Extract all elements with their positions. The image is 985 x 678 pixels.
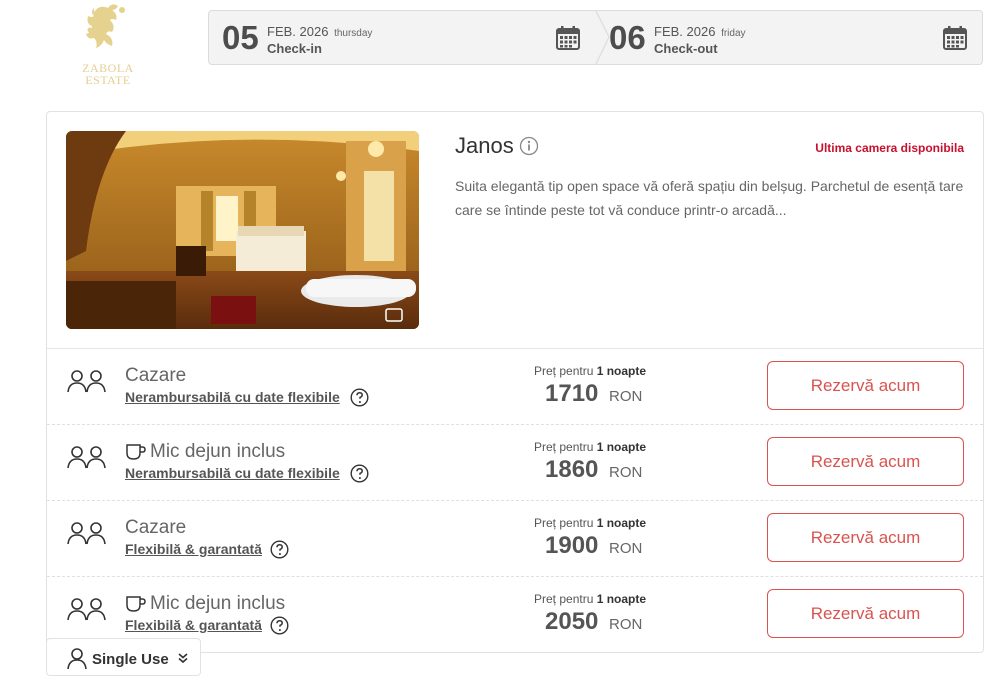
- calendar-icon: [943, 26, 967, 50]
- room-photo-illustration: [66, 131, 419, 329]
- book-now-button[interactable]: Rezervă acum: [767, 589, 964, 638]
- occupancy-label: Single Use: [92, 651, 169, 668]
- price-value: 2050: [545, 608, 599, 635]
- rate-title: Cazare: [125, 517, 187, 538]
- coffee-cup-icon: [126, 596, 146, 612]
- calendar-icon: [556, 26, 580, 50]
- question-icon[interactable]: [350, 388, 369, 407]
- two-guests-icon: [67, 446, 106, 469]
- price-currency: RON: [609, 388, 643, 405]
- book-now-button[interactable]: Rezervă acum: [767, 513, 964, 562]
- price-value: 1710: [545, 380, 599, 407]
- price-label: Preț pentru 1 noapte: [534, 592, 647, 606]
- chevron-double-down-icon: [178, 653, 188, 664]
- question-icon[interactable]: [270, 540, 289, 559]
- price-currency: RON: [609, 616, 643, 633]
- cancellation-policy-link[interactable]: Nerambursabilă cu date flexibile: [125, 389, 340, 405]
- book-now-button[interactable]: Rezervă acum: [767, 361, 964, 410]
- rate-row: Cazare Nerambursabilă cu date flexibile …: [47, 348, 983, 424]
- room-name: Janos: [455, 133, 514, 158]
- checkout-weekday: friday: [721, 28, 746, 39]
- brand-logo[interactable]: ZABOLA ESTATE: [74, 0, 142, 92]
- date-range-selector: 05 FEB. 2026 thursday Check-in 06 FEB. 2…: [208, 10, 983, 65]
- checkin-label: Check-in: [267, 41, 322, 56]
- rate-title: Mic dejun inclus: [125, 441, 285, 463]
- checkin-date-picker[interactable]: 05 FEB. 2026 thursday Check-in: [209, 11, 596, 64]
- room-card: Janos Ultima camera disponibila Suita el…: [46, 111, 984, 653]
- price-value: 1860: [545, 456, 599, 483]
- two-guests-icon: [67, 522, 106, 545]
- question-icon[interactable]: [270, 616, 289, 635]
- price-currency: RON: [609, 464, 643, 481]
- checkout-day: 06: [609, 19, 646, 56]
- room-description: Suita elegantă tip open space vă oferă s…: [455, 178, 964, 218]
- cancellation-policy-link[interactable]: Flexibilă & garantată: [125, 617, 262, 633]
- price-value: 1900: [545, 532, 599, 559]
- checkin-month: FEB. 2026 thursday: [267, 24, 373, 39]
- question-icon[interactable]: [350, 464, 369, 483]
- price-label: Preț pentru 1 noapte: [534, 440, 647, 454]
- lion-crest-icon: [86, 4, 125, 48]
- two-guests-icon: [67, 598, 106, 621]
- checkout-month: FEB. 2026 friday: [654, 24, 746, 39]
- rate-title: Cazare: [125, 365, 187, 386]
- price-label: Preț pentru 1 noapte: [534, 364, 647, 378]
- checkout-date-picker[interactable]: 06 FEB. 2026 friday Check-out: [596, 11, 983, 64]
- room-photo[interactable]: [66, 131, 419, 329]
- two-guests-icon: [67, 370, 106, 393]
- price-label: Preț pentru 1 noapte: [534, 516, 647, 530]
- cancellation-policy-link[interactable]: Nerambursabilă cu date flexibile: [125, 465, 340, 481]
- occupancy-dropdown[interactable]: Single Use: [46, 638, 201, 676]
- checkin-day: 05: [222, 19, 259, 56]
- cancellation-policy-link[interactable]: Flexibilă & garantată: [125, 541, 262, 557]
- price-currency: RON: [609, 540, 643, 557]
- rate-row: Cazare Flexibilă & garantată Preț pentru…: [47, 500, 983, 576]
- book-now-button[interactable]: Rezervă acum: [767, 437, 964, 486]
- coffee-cup-icon: [126, 444, 146, 460]
- checkin-weekday: thursday: [334, 28, 373, 39]
- checkout-label: Check-out: [654, 41, 718, 56]
- logo-text-line2: ESTATE: [85, 73, 131, 87]
- availability-badge: Ultima camera disponibila: [815, 141, 964, 155]
- rate-title: Mic dejun inclus: [125, 593, 285, 615]
- rate-row: Mic dejun inclus Nerambursabilă cu date …: [47, 424, 983, 500]
- single-guest-icon: [67, 648, 87, 670]
- info-icon[interactable]: [519, 136, 539, 156]
